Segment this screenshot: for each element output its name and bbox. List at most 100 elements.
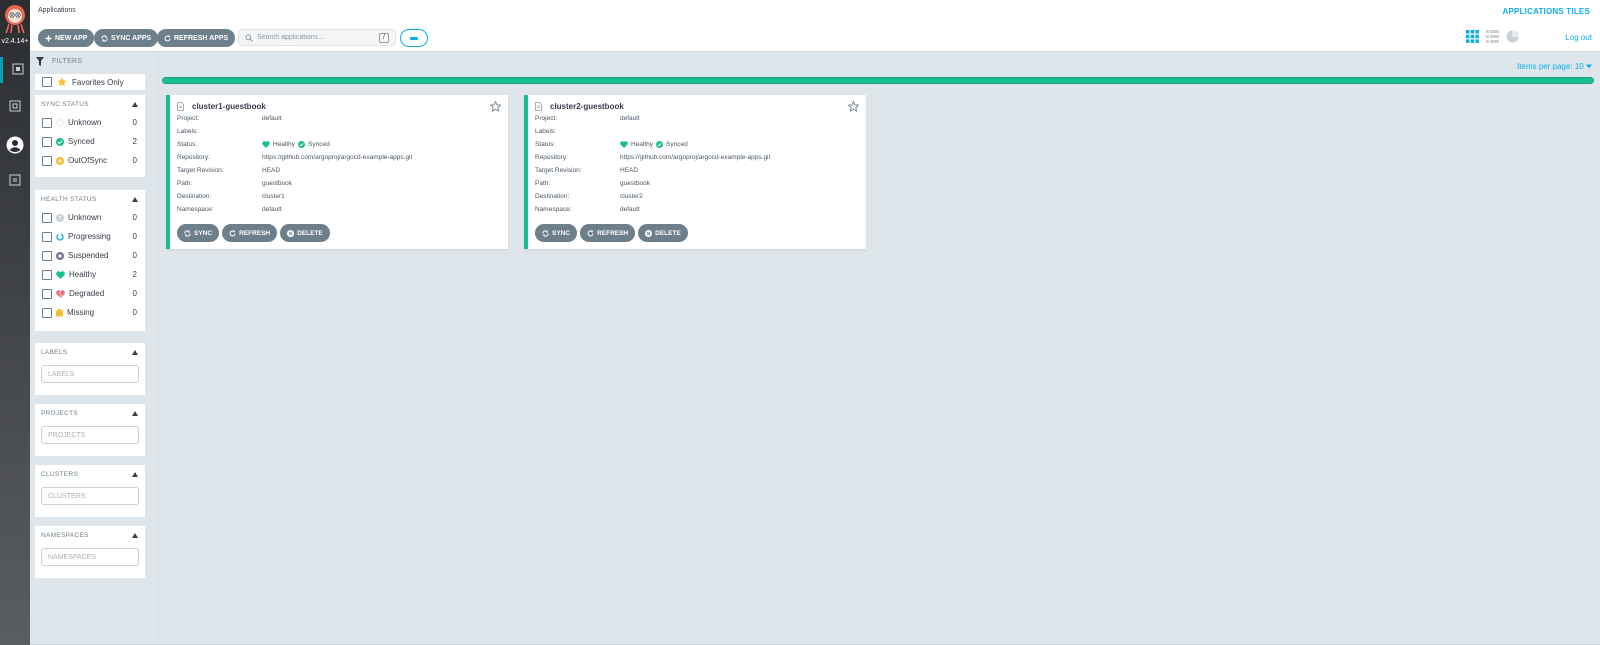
checkbox[interactable] — [42, 231, 52, 242]
checkbox[interactable] — [42, 250, 52, 261]
collapse-caret-icon[interactable] — [132, 533, 138, 538]
checkbox[interactable] — [42, 117, 52, 128]
clusters-input[interactable]: CLUSTERS — [41, 487, 139, 505]
namespaces-input[interactable]: NAMESPACES — [41, 548, 139, 566]
status-value: Healthy Synced — [262, 141, 330, 148]
tiles-view-icon[interactable] — [1466, 30, 1479, 43]
summary-view-icon[interactable] — [1506, 30, 1519, 43]
items-per-page-dropdown[interactable]: Items per page: 10 — [1517, 62, 1592, 71]
projects-header[interactable]: PROJECTS — [35, 404, 145, 422]
filter-label: Unknown — [68, 213, 102, 222]
path-row: Path: guestbook — [177, 180, 292, 187]
filter-icon — [36, 57, 44, 66]
refresh-apps-button[interactable]: REFRESH APPS — [157, 29, 236, 47]
heart-icon — [56, 270, 65, 279]
app-name[interactable]: cluster2-guestbook — [550, 102, 624, 111]
refresh-label: REFRESH — [239, 229, 271, 237]
filter-label: OutOfSync — [68, 156, 108, 165]
list-view-icon[interactable] — [1486, 30, 1499, 43]
sidebar-divider — [158, 52, 159, 645]
checkbox[interactable] — [42, 136, 52, 147]
checkbox[interactable] — [42, 307, 52, 318]
filter-sync-outofsync[interactable]: OutOfSync 0 — [35, 151, 145, 170]
search-icon — [245, 33, 253, 42]
sync-status-header[interactable]: SYNC STATUS — [35, 95, 145, 113]
collapse-caret-icon[interactable] — [132, 102, 138, 107]
sync-button[interactable]: SYNC — [177, 224, 220, 242]
filter-count: 2 — [132, 137, 137, 146]
clusters-header[interactable]: CLUSTERS — [35, 465, 145, 483]
refresh-button[interactable]: REFRESH — [222, 224, 278, 242]
nav-item-documentation[interactable] — [0, 168, 30, 194]
star-icon — [57, 77, 67, 87]
health-status: Healthy — [273, 141, 296, 148]
filter-label: Missing — [67, 308, 95, 317]
synced-check-icon — [298, 141, 306, 148]
app-tile-actions: SYNC REFRESH DELETE — [535, 224, 688, 242]
nav-item-applications[interactable] — [0, 57, 30, 83]
filter-label: Synced — [68, 137, 95, 146]
collapse-toggle-button[interactable] — [400, 29, 428, 47]
favorite-star-icon[interactable] — [490, 101, 501, 112]
labels-header[interactable]: LABELS — [35, 343, 145, 361]
filter-health-healthy[interactable]: Healthy 2 — [35, 265, 145, 284]
filter-health-unknown[interactable]: ? Unknown 0 — [35, 208, 145, 227]
filter-label: Progressing — [68, 232, 111, 241]
filter-sync-synced[interactable]: Synced 2 — [35, 132, 145, 151]
nav-item-user-info[interactable] — [0, 132, 30, 158]
search-input[interactable] — [257, 34, 375, 41]
delete-label: DELETE — [297, 229, 323, 237]
sync-button[interactable]: SYNC — [535, 224, 578, 242]
refresh-button[interactable]: REFRESH — [580, 224, 636, 242]
collapse-caret-icon[interactable] — [132, 350, 138, 355]
checkbox[interactable] — [42, 288, 52, 299]
refresh-icon — [587, 229, 594, 236]
field-label: Status: — [177, 141, 198, 148]
broken-heart-icon — [56, 289, 65, 298]
destination-value: cluster1 — [262, 193, 285, 200]
namespaces-panel: NAMESPACES NAMESPACES — [35, 526, 145, 578]
checkbox[interactable] — [42, 155, 52, 166]
target-revision-value: HEAD — [620, 167, 639, 174]
svg-text:?: ? — [58, 215, 61, 222]
projects-input[interactable]: PROJECTS — [41, 426, 139, 444]
search-box[interactable]: / — [238, 29, 396, 46]
app-tile[interactable]: cluster2-guestbook Project: default Label… — [524, 95, 866, 249]
filter-health-degraded[interactable]: Degraded 0 — [35, 284, 145, 303]
nav-item-settings[interactable] — [0, 94, 30, 120]
namespaces-header[interactable]: NAMESPACES — [35, 526, 145, 544]
delete-button[interactable]: DELETE — [280, 224, 330, 242]
filter-count: 0 — [132, 156, 137, 165]
sync-apps-button[interactable]: SYNC APPS — [94, 29, 159, 47]
filter-health-missing[interactable]: Missing 0 — [35, 303, 145, 322]
field-label: Repository: — [177, 154, 210, 161]
favorites-checkbox[interactable] — [42, 77, 52, 87]
collapse-caret-icon[interactable] — [132, 472, 138, 477]
app-tile-header: cluster2-guestbook — [535, 102, 624, 111]
field-label: Namespace: — [177, 206, 214, 213]
filter-health-suspended[interactable]: Suspended 0 — [35, 246, 145, 265]
logout-link[interactable]: Log out — [1565, 33, 1592, 42]
sync-icon — [101, 34, 108, 42]
app-tile[interactable]: cluster1-guestbook Project: default Label… — [166, 95, 508, 249]
delete-circle-icon — [645, 229, 653, 237]
delete-button[interactable]: DELETE — [638, 224, 688, 242]
app-name[interactable]: cluster1-guestbook — [192, 102, 266, 111]
new-app-button[interactable]: NEW APP — [38, 29, 95, 47]
filter-sync-unknown[interactable]: Unknown 0 — [35, 113, 145, 132]
checkbox[interactable] — [42, 269, 52, 280]
heart-icon — [620, 141, 628, 148]
health-status-header[interactable]: HEALTH STATUS — [35, 190, 145, 208]
labels-input[interactable]: LABELS — [41, 365, 139, 383]
collapse-caret-icon[interactable] — [132, 411, 138, 416]
favorite-star-icon[interactable] — [848, 101, 859, 112]
filter-count: 0 — [132, 118, 137, 127]
heart-icon — [262, 141, 270, 148]
filter-health-progressing[interactable]: Progressing 0 — [35, 227, 145, 246]
checkbox[interactable] — [42, 212, 52, 223]
argo-logo-icon[interactable] — [3, 4, 27, 34]
projects-panel: PROJECTS PROJECTS — [35, 404, 145, 456]
favorites-only-filter[interactable]: Favorites Only — [35, 74, 145, 90]
namespaces-title: NAMESPACES — [41, 532, 89, 539]
collapse-caret-icon[interactable] — [132, 197, 138, 202]
